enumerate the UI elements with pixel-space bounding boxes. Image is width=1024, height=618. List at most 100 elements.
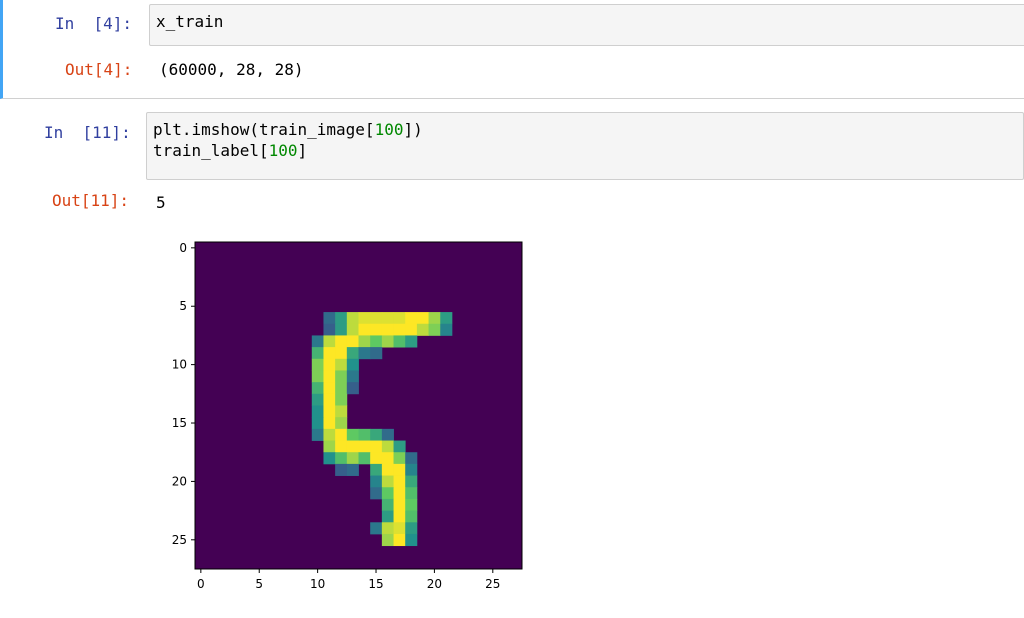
pixel-cell [381,533,394,547]
y-tick-label: 15 [172,416,187,430]
pixel-cell [393,463,406,476]
pixel-cell [370,347,383,360]
output-text-4: (60000, 28, 28) [159,60,304,79]
pixel-cell [335,405,348,418]
code-number: 100 [374,120,404,139]
pixel-cell [335,370,348,383]
pixel-cell [311,428,324,441]
pixel-cell [346,428,359,441]
pixel-cell [393,312,406,325]
x-tick-label: 10 [310,577,325,591]
pixel-cell [416,323,429,336]
pixel-cell [381,335,394,348]
pixel-cell [311,393,324,406]
pixel-cell [381,440,394,453]
pixel-cell [358,428,371,441]
x-tick-label: 20 [427,577,442,591]
pixel-cell [440,323,453,336]
pixel-cell [381,510,394,523]
pixel-cell [346,323,359,336]
pixel-cell [381,452,394,465]
pixel-cell [393,533,406,547]
pixel-cell [335,358,348,371]
code-line-2: train_label[100] [153,141,307,160]
pixel-cell [335,312,348,325]
pixel-cell [428,323,441,336]
pixel-cell [370,463,383,476]
pixel-cell [346,382,359,395]
pixel-cell [393,522,406,535]
pixel-cell [323,440,336,453]
pixel-cell [311,417,324,430]
image-background [195,242,522,569]
pixel-cell [311,335,324,348]
pixel-cell [323,405,336,418]
pixel-cell [405,463,418,476]
pixel-cell [346,440,359,453]
pixel-cell [393,452,406,465]
pixel-cell [393,475,406,488]
pixel-cell [323,335,336,348]
pixel-cell [311,358,324,371]
pixel-cell [323,370,336,383]
pixel-cell [440,312,453,325]
pixel-cell [358,452,371,465]
pixel-cell [405,510,418,523]
pixel-cell [381,323,394,336]
pixel-cell [428,312,441,325]
pixel-cell [358,312,371,325]
pixel-cell [358,323,371,336]
x-tick-label: 0 [197,577,205,591]
code-input-11[interactable]: plt.imshow(train_image[100]) train_label… [146,112,1024,180]
pixel-cell [335,440,348,453]
pixel-cell [323,452,336,465]
pixel-cell [370,452,383,465]
pixel-cell [370,475,383,488]
pixel-cell [405,452,418,465]
pixel-cell [323,382,336,395]
pixel-cell [346,452,359,465]
pixel-cell [346,463,359,476]
out-prompt-11: Out[11]: [52,191,130,210]
pixel-cell [323,312,336,325]
pixel-cell [381,428,394,441]
pixel-cell [335,452,348,465]
pixel-cell [405,522,418,535]
code-token: ]) [403,120,423,139]
code-input-4[interactable]: x_train [149,4,1024,46]
pixel-cell [381,487,394,500]
x-tick-label: 5 [255,577,263,591]
x-tick-label: 15 [368,577,383,591]
pixel-cell [393,323,406,336]
code-cell-4[interactable]: In [4]: x_train Out[4]: (60000, 28, 28) [0,0,1024,99]
pixel-cell [311,405,324,418]
pixel-cell [405,498,418,512]
pixel-cell [335,417,348,430]
y-tick-label: 0 [179,241,187,255]
pixel-cell [370,440,383,453]
pixel-cell [346,358,359,371]
pixel-cell [346,370,359,383]
pixel-cell [335,323,348,336]
pixel-cell [358,440,371,453]
pixel-cell [323,323,336,336]
pixel-cell [370,428,383,441]
pixel-cell [393,498,406,512]
code-token: ] [297,141,308,160]
pixel-cell [381,475,394,488]
pixel-cell [323,417,336,430]
pixel-cell [381,522,394,535]
pixel-cell [335,463,348,476]
pixel-cell [370,323,383,336]
pixel-cell [346,347,359,360]
out-prompt-4: Out[4]: [65,60,133,79]
pixel-cell [323,393,336,406]
pixel-cell [405,533,418,547]
pixel-cell [358,347,371,360]
code-line-1: plt.imshow(train_image[100]) [153,120,423,139]
code-number: 100 [268,141,298,160]
pixel-cell [335,428,348,441]
code-line: x_train [156,12,224,31]
imshow-plot: 0 5 10 15 20 25 0 5 10 15 20 25 [172,241,523,591]
pixel-cell [405,475,418,488]
